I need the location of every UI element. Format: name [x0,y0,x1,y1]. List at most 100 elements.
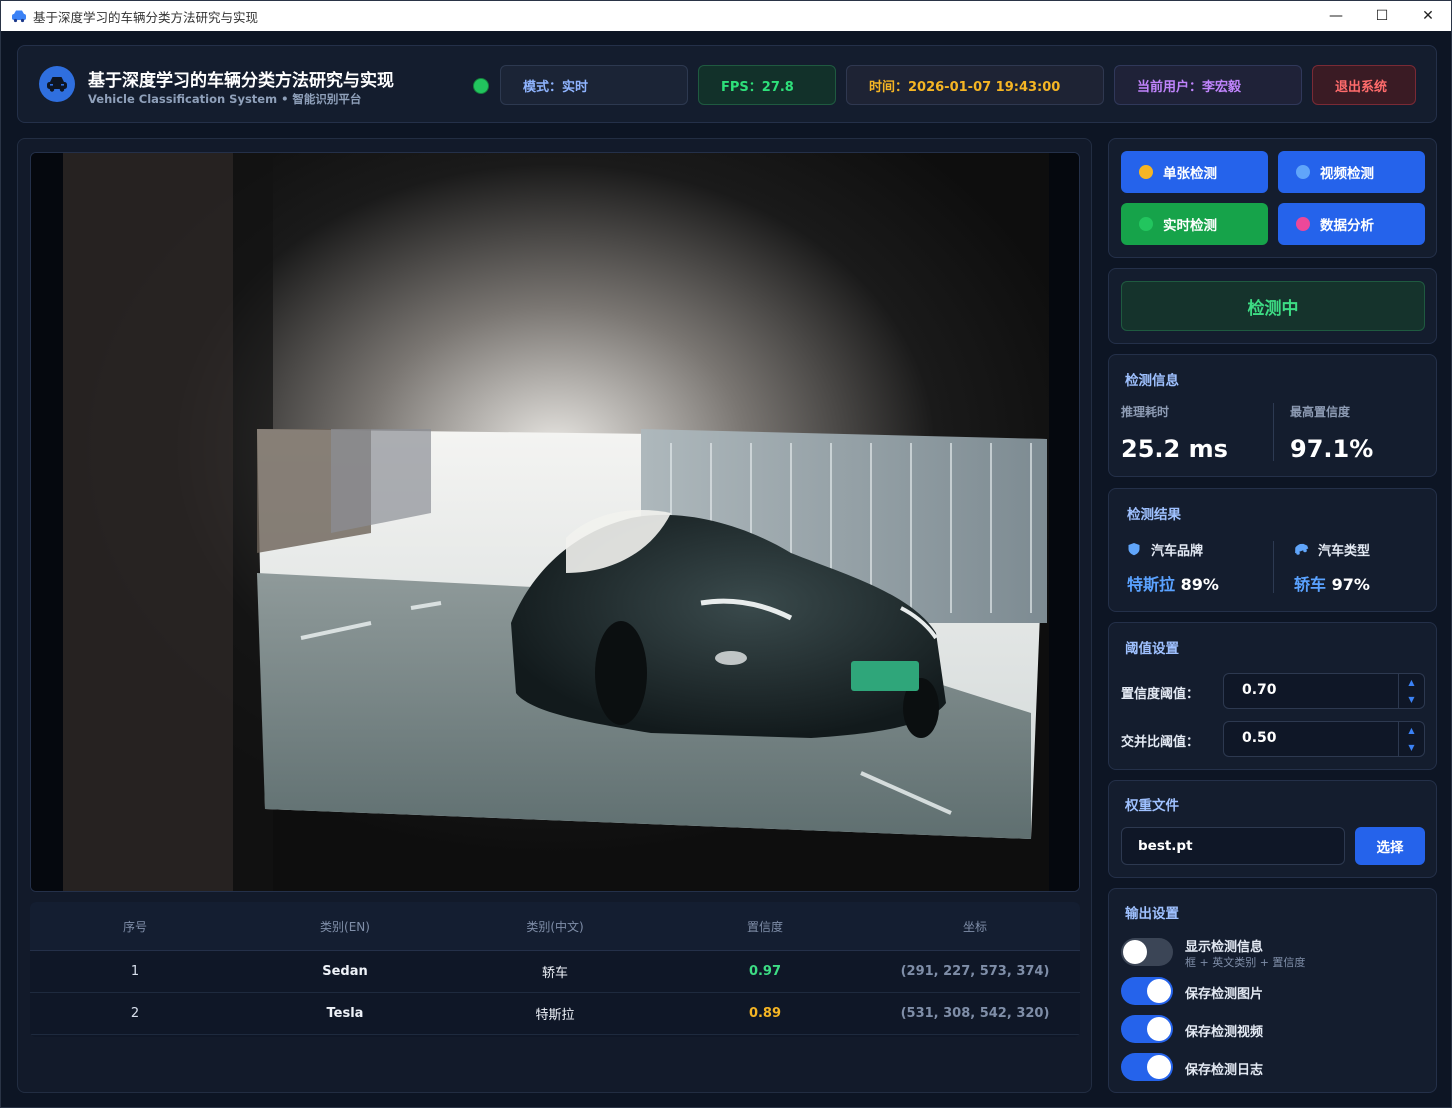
cell-index: 2 [130,1006,140,1021]
header-class-zh: 类别(中文) [526,919,584,934]
weights-title: 权重文件 [1125,798,1179,814]
choose-weights-button[interactable]: 选择 [1355,827,1425,865]
cell-index: 1 [130,964,140,979]
button-label: 数据分析 [1320,218,1374,234]
cell-coords: (531, 308, 542, 320) [900,1006,1050,1021]
threshold-panel: 阈值设置 置信度阈值： 0.70 ▲ ▼ 交并比阈值： 0.50 ▲ ▼ [1108,622,1437,770]
brand-name: 特斯拉 [1127,575,1176,594]
detect-info-panel: 检测信息 推理耗时 25.2 ms 最高置信度 97.1% [1108,354,1437,477]
save-image-toggle[interactable] [1121,977,1173,1005]
type-label: 汽车类型 [1318,544,1371,559]
minimize-button[interactable]: — [1313,1,1359,31]
fps-badge: FPS：27.8 [698,65,836,105]
output-panel: 输出设置 显示检测信息 框 + 英文类别 + 置信度 保存检测图片 保存检测视频… [1108,888,1437,1093]
iou-threshold-label: 交并比阈值： [1121,735,1200,750]
dot-icon [1139,165,1153,179]
detect-state-panel: 检测中 [1108,268,1437,344]
iou-threshold-spinbox[interactable]: 0.50 ▲ ▼ [1223,721,1425,757]
camera-view [30,152,1080,892]
detect-result-title: 检测结果 [1127,507,1181,523]
save-image-label: 保存检测图片 [1185,987,1264,1002]
status-indicator [473,78,489,94]
video-detect-button[interactable]: 视频检测 [1278,151,1425,193]
dot-icon [1296,217,1310,231]
table-row[interactable]: 1 Sedan 轿车 0.97 (291, 227, 573, 374) [30,951,1080,993]
toggle-knob [1147,1017,1171,1041]
table-row[interactable]: 2 Tesla 特斯拉 0.89 (531, 308, 542, 320) [30,993,1080,1035]
cell-class-zh: 特斯拉 [535,1008,575,1023]
toggle-knob [1147,979,1171,1003]
detect-toggle-button[interactable]: 检测中 [1121,281,1425,331]
app-subtitle: Vehicle Classification System • 智能识别平台 [88,92,362,106]
threshold-title: 阈值设置 [1125,641,1179,657]
brand-value: 特斯拉 89% [1127,571,1219,595]
table-header-row: 序号 类别(EN) 类别(中文) 置信度 坐标 [30,902,1080,951]
divider [1273,541,1274,593]
decrement-arrow-icon[interactable]: ▼ [1399,739,1424,756]
camera-frame-image [31,153,1079,891]
cell-confidence: 0.89 [748,1006,782,1021]
single-image-detect-button[interactable]: 单张检测 [1121,151,1268,193]
spin-arrows: ▲ ▼ [1398,722,1424,756]
show-info-toggle[interactable] [1121,938,1173,966]
cell-class-en: Tesla [326,1006,364,1021]
app-window: 基于深度学习的车辆分类方法研究与实现 — ☐ ✕ 基于深度学习的车辆分类方法研究… [0,0,1452,1108]
latency-label: 推理耗时 [1121,405,1170,419]
dot-icon [1296,165,1310,179]
cell-coords: (291, 227, 573, 374) [900,964,1050,979]
mode-panel: 单张检测 视频检测 实时检测 数据分析 [1108,138,1437,258]
brand-percent: 89% [1180,575,1219,594]
show-info-sublabel: 框 + 英文类别 + 置信度 [1185,956,1306,969]
detect-result-panel: 检测结果 汽车品牌 特斯拉 89% 汽车类型 轿车 97% [1108,488,1437,612]
brand-label: 汽车品牌 [1151,544,1204,559]
divider [1273,403,1274,461]
button-label: 视频检测 [1320,166,1374,182]
app-title: 基于深度学习的车辆分类方法研究与实现 [88,71,394,91]
car-icon [1295,543,1309,555]
type-name: 轿车 [1294,575,1327,594]
button-label: 实时检测 [1163,218,1217,234]
spin-arrows: ▲ ▼ [1398,674,1424,708]
type-value: 轿车 97% [1294,571,1370,595]
dot-icon [1139,217,1153,231]
car-logo-icon [39,66,75,102]
weights-file-input[interactable]: best.pt [1121,827,1345,865]
shield-icon [1128,543,1140,556]
type-percent: 97% [1331,575,1370,594]
show-info-label: 显示检测信息 [1185,940,1264,955]
conf-threshold-value: 0.70 [1242,682,1277,698]
max-confidence-value: 97.1% [1290,435,1374,463]
toggle-knob [1147,1055,1171,1079]
conf-threshold-spinbox[interactable]: 0.70 ▲ ▼ [1223,673,1425,709]
logout-button[interactable]: 退出系统 [1312,65,1416,105]
close-button[interactable]: ✕ [1405,1,1451,31]
time-badge: 时间：2026-01-07 19:43:00 [846,65,1104,105]
detection-table: 序号 类别(EN) 类别(中文) 置信度 坐标 1 Sedan 轿车 0.97 … [30,902,1080,1037]
cell-confidence: 0.97 [748,964,782,979]
save-log-toggle[interactable] [1121,1053,1173,1081]
header-coords: 坐标 [962,919,987,934]
weights-panel: 权重文件 best.pt 选择 [1108,780,1437,878]
header-class-en: 类别(EN) [320,919,370,934]
cell-class-en: Sedan [322,964,368,979]
button-label: 单张检测 [1163,166,1217,182]
increment-arrow-icon[interactable]: ▲ [1399,674,1424,691]
toggle-knob [1123,940,1147,964]
output-title: 输出设置 [1125,906,1179,922]
window-title: 基于深度学习的车辆分类方法研究与实现 [33,9,259,25]
maximize-button[interactable]: ☐ [1359,1,1405,31]
app-header: 基于深度学习的车辆分类方法研究与实现 Vehicle Classificatio… [17,45,1437,123]
header-index: 序号 [122,919,147,934]
decrement-arrow-icon[interactable]: ▼ [1399,691,1424,708]
realtime-detect-button[interactable]: 实时检测 [1121,203,1268,245]
data-analysis-button[interactable]: 数据分析 [1278,203,1425,245]
user-badge: 当前用户：李宏毅 [1114,65,1302,105]
max-confidence-label: 最高置信度 [1290,405,1351,419]
conf-threshold-label: 置信度阈值： [1121,687,1200,702]
latency-value: 25.2 ms [1121,435,1228,463]
save-video-toggle[interactable] [1121,1015,1173,1043]
header-confidence: 置信度 [746,919,783,934]
title-bar: 基于深度学习的车辆分类方法研究与实现 — ☐ ✕ [1,1,1451,31]
increment-arrow-icon[interactable]: ▲ [1399,722,1424,739]
mode-badge: 模式：实时 [500,65,688,105]
